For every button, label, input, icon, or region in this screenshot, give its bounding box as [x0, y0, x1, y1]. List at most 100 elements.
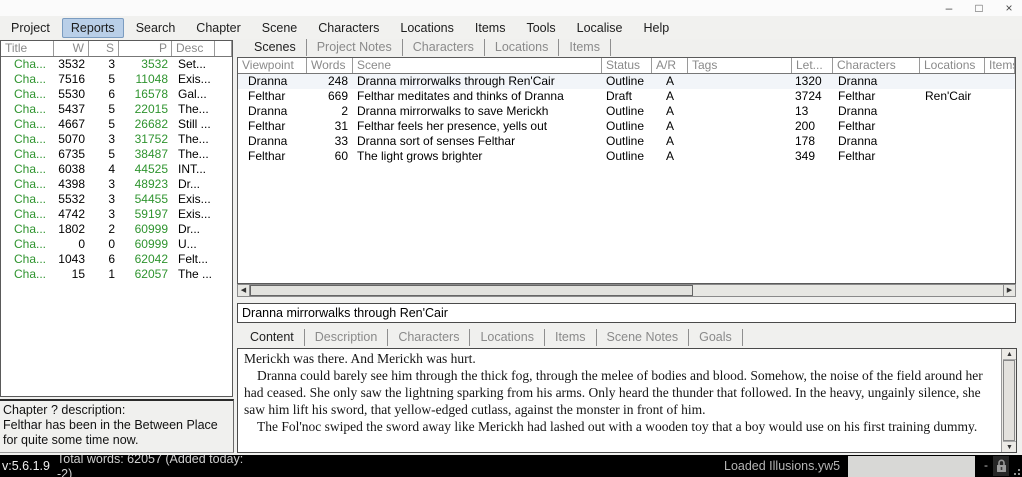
- scene-cell: Outline: [606, 74, 645, 88]
- scene-col-header-locations[interactable]: Locations: [920, 58, 985, 73]
- scene-col-header-characters[interactable]: Characters: [833, 58, 920, 73]
- status-bar: v:5.6.1.9 Total words: 62057 (Added toda…: [0, 455, 1022, 477]
- chapter-cell: Cha...: [14, 192, 47, 206]
- menu-item-localise[interactable]: Localise: [568, 18, 632, 38]
- loaded-file-label: Loaded Illusions.yw5: [724, 459, 841, 473]
- chapter-row[interactable]: Cha... 5070 3 31752 The...: [1, 132, 232, 147]
- scene-cell: A: [665, 134, 674, 148]
- chapter-cell: 44525: [134, 162, 168, 176]
- minimize-icon[interactable]: –: [942, 1, 956, 15]
- scene-table-h-scrollbar[interactable]: ◀ ▶: [237, 284, 1016, 297]
- scene-col-header-status[interactable]: Status: [602, 58, 652, 73]
- scene-col-header-items[interactable]: Items: [985, 58, 1015, 73]
- scene-cell: [920, 119, 985, 134]
- detail-tab-characters[interactable]: Characters: [388, 329, 471, 346]
- resize-grip[interactable]: [1011, 466, 1020, 475]
- chapter-cell: Cha...: [14, 87, 47, 101]
- chapter-col-header-title[interactable]: Title: [1, 41, 54, 56]
- chapter-row[interactable]: Cha... 5532 3 54455 Exis...: [1, 192, 232, 207]
- menu-item-locations[interactable]: Locations: [391, 18, 463, 38]
- chapter-cell: [215, 207, 232, 222]
- menu-item-chapter[interactable]: Chapter: [187, 18, 249, 38]
- menu-item-items[interactable]: Items: [466, 18, 515, 38]
- chapter-row[interactable]: Cha... 1043 6 62042 Felt...: [1, 252, 232, 267]
- tab-items[interactable]: Items: [559, 39, 611, 56]
- tab-project-notes[interactable]: Project Notes: [307, 39, 403, 56]
- chapter-row[interactable]: Cha... 6735 5 38487 The...: [1, 147, 232, 162]
- chapter-col-header-s[interactable]: S: [89, 41, 119, 56]
- scene-row[interactable]: Dranna 248 Dranna mirrorwalks through Ren'…: [238, 74, 1015, 89]
- chapter-cell: The ...: [178, 267, 213, 281]
- chapter-cell: Set...: [178, 57, 207, 71]
- scene-cell: Felthar: [248, 119, 286, 133]
- chapter-cell: Cha...: [14, 57, 47, 71]
- tab-scenes[interactable]: Scenes: [244, 39, 307, 56]
- close-icon[interactable]: ×: [1002, 1, 1016, 15]
- chapter-col-header-blank[interactable]: [215, 41, 232, 56]
- menu-item-scene[interactable]: Scene: [253, 18, 306, 38]
- menu-item-characters[interactable]: Characters: [309, 18, 388, 38]
- chapter-col-header-desc[interactable]: Desc: [172, 41, 215, 56]
- menu-item-tools[interactable]: Tools: [517, 18, 564, 38]
- chapter-row[interactable]: Cha... 3532 3 3532 Set...: [1, 57, 232, 72]
- chapter-cell: Cha...: [14, 237, 47, 251]
- content-v-scrollbar[interactable]: ▲ ▼: [1001, 349, 1016, 452]
- menu-item-search[interactable]: Search: [127, 18, 185, 38]
- chapter-row[interactable]: Cha... 5530 6 16578 Gal...: [1, 87, 232, 102]
- scene-col-header-let[interactable]: Let...: [792, 58, 833, 73]
- scene-col-header-a-r[interactable]: A/R: [652, 58, 688, 73]
- scene-content-text[interactable]: Merickh was there. And Merickh was hurt.…: [238, 349, 1001, 452]
- scene-col-header-viewpoint[interactable]: Viewpoint: [238, 58, 307, 73]
- scroll-down-icon[interactable]: ▼: [1003, 441, 1016, 452]
- lock-icon: [993, 456, 1009, 476]
- chapter-description-line: for quite some time now.: [3, 433, 139, 447]
- chapter-row[interactable]: Cha... 7516 5 11048 Exis...: [1, 72, 232, 87]
- scene-row[interactable]: Felthar 60 The light grows brighter Outline…: [238, 149, 1015, 164]
- scene-col-header-scene[interactable]: Scene: [353, 58, 602, 73]
- detail-tab-content[interactable]: Content: [240, 329, 305, 346]
- scene-cell: Dranna: [838, 134, 878, 148]
- chapter-row[interactable]: Cha... 0 0 60999 U...: [1, 237, 232, 252]
- chapter-col-header-p[interactable]: P: [119, 41, 172, 56]
- scene-title-input[interactable]: [237, 303, 1016, 323]
- detail-tab-scene-notes[interactable]: Scene Notes: [597, 329, 690, 346]
- maximize-icon[interactable]: □: [972, 1, 986, 15]
- chapter-col-header-w[interactable]: W: [54, 41, 89, 56]
- chapter-row[interactable]: Cha... 1802 2 60999 Dr...: [1, 222, 232, 237]
- menu-item-help[interactable]: Help: [635, 18, 679, 38]
- chapter-row[interactable]: Cha... 6038 4 44525 INT...: [1, 162, 232, 177]
- scene-row[interactable]: Felthar 31 Felthar feels her presence, yel…: [238, 119, 1015, 134]
- chapter-cell: Cha...: [14, 162, 47, 176]
- chapter-row[interactable]: Cha... 5437 5 22015 The...: [1, 102, 232, 117]
- detail-tab-locations[interactable]: Locations: [470, 329, 545, 346]
- tab-characters[interactable]: Characters: [403, 39, 485, 56]
- detail-tab-items[interactable]: Items: [545, 329, 597, 346]
- scene-row[interactable]: Dranna 33 Dranna sort of senses Felthar Out…: [238, 134, 1015, 149]
- scene-row[interactable]: Felthar 669 Felthar meditates and thinks o…: [238, 89, 1015, 104]
- chapter-cell: 1802: [58, 222, 85, 236]
- scene-content-editor[interactable]: Merickh was there. And Merickh was hurt.…: [237, 348, 1017, 453]
- menu-item-project[interactable]: Project: [2, 18, 59, 38]
- h-scrollbar-thumb[interactable]: [250, 285, 693, 296]
- v-scrollbar-thumb[interactable]: [1003, 360, 1015, 441]
- scroll-up-icon[interactable]: ▲: [1003, 349, 1016, 360]
- detail-tab-goals[interactable]: Goals: [689, 329, 743, 346]
- menu-item-reports[interactable]: Reports: [61, 17, 124, 38]
- scene-cell: Felthar: [838, 89, 876, 103]
- chapter-row[interactable]: Cha... 4667 5 26682 Still ...: [1, 117, 232, 132]
- scroll-left-icon[interactable]: ◀: [238, 285, 250, 296]
- scene-col-header-tags[interactable]: Tags: [688, 58, 792, 73]
- chapter-cell: [215, 252, 232, 267]
- scene-cell: Dranna: [838, 74, 878, 88]
- chapter-row[interactable]: Cha... 15 1 62057 The ...: [1, 267, 232, 282]
- chapter-cell: [215, 132, 232, 147]
- scene-row[interactable]: Dranna 2 Dranna mirrorwalks to save Merick…: [238, 104, 1015, 119]
- chapter-row[interactable]: Cha... 4742 3 59197 Exis...: [1, 207, 232, 222]
- chapter-row[interactable]: Cha... 4398 3 48923 Dr...: [1, 177, 232, 192]
- chapter-table-rows: Cha... 3532 3 3532 Set... Cha... 7516 5 11048 Exi…: [1, 57, 232, 282]
- scene-col-header-words[interactable]: Words: [307, 58, 353, 73]
- tab-locations[interactable]: Locations: [485, 39, 560, 56]
- scene-cell: 200: [795, 119, 816, 133]
- scroll-right-icon[interactable]: ▶: [1003, 285, 1015, 296]
- detail-tab-description[interactable]: Description: [305, 329, 389, 346]
